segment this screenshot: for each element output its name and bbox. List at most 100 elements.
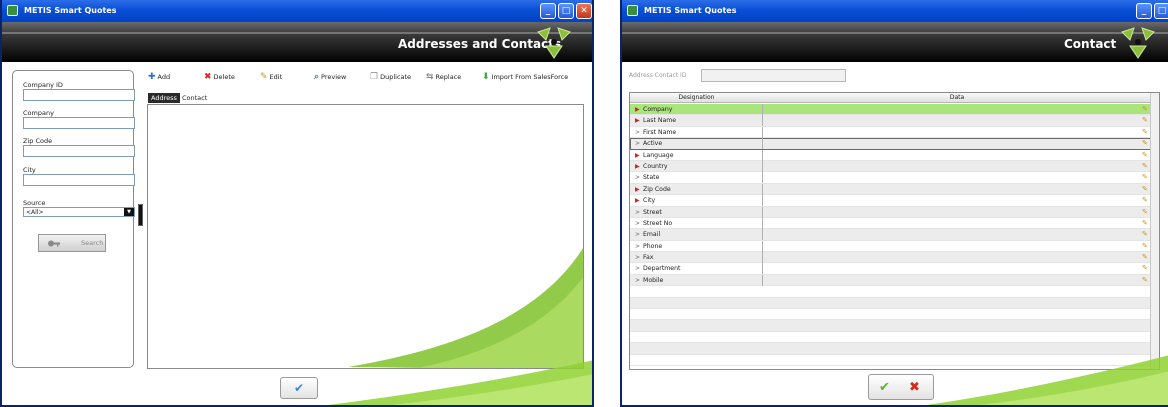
empty-grid-row (630, 286, 1151, 298)
pencil-icon[interactable]: ✎ (1142, 276, 1150, 285)
source-select-value: <All> (26, 209, 44, 216)
cancel-x-icon[interactable]: ✖ (909, 380, 920, 395)
grid-row[interactable]: > Fax ✎ (630, 252, 1151, 264)
close-button[interactable]: ✕ (576, 3, 592, 19)
metis-logo-icon (537, 27, 571, 59)
app-icon (7, 5, 18, 16)
designation-cell: > Mobile (630, 274, 763, 286)
grid-row[interactable]: ▶ Last Name ✎ (630, 115, 1151, 127)
company-input[interactable] (23, 117, 135, 129)
designation-label: Email (643, 231, 661, 239)
checkmark-icon[interactable]: ✔ (879, 380, 890, 395)
designation-cell: > Street No (630, 217, 763, 229)
pencil-icon[interactable]: ✎ (1142, 219, 1150, 228)
grid-row[interactable]: > First Name ✎ (630, 126, 1151, 139)
pencil-icon[interactable]: ✎ (1142, 162, 1150, 171)
zip-code-input[interactable] (23, 145, 135, 157)
grid-row[interactable]: ▶ Zip Code ✎ (630, 183, 1151, 196)
replace-button[interactable]: ⇆ Replace (426, 72, 461, 82)
grid-row[interactable]: > Street ✎ (630, 206, 1151, 218)
designation-label: State (643, 174, 660, 182)
preview-button[interactable]: ⌕ Preview (314, 72, 346, 82)
city-input[interactable] (23, 174, 135, 186)
grid-row[interactable]: > Active ✎ (630, 138, 1151, 150)
zip-code-label: Zip Code (23, 137, 53, 145)
maximize-button[interactable]: □ (1154, 3, 1168, 19)
title-bar[interactable]: METIS Smart Quotes _ □ (622, 0, 1168, 22)
title-bar[interactable]: METIS Smart Quotes _ □ ✕ (2, 0, 592, 22)
designation-label: City (643, 197, 656, 205)
required-arrow-icon: ▶ (635, 117, 640, 125)
grid-header: Designation Data (630, 93, 1151, 103)
expand-arrow-icon: > (635, 231, 641, 239)
contact-data-grid: Designation Data ▶ Company ✎ ▶ Last Name ✎ > Fi… (629, 92, 1160, 370)
tab-address[interactable]: Address (148, 93, 180, 103)
grid-row[interactable]: > Department ✎ (630, 263, 1151, 275)
grid-row[interactable]: ▶ Country ✎ (630, 160, 1151, 173)
company-id-input[interactable] (23, 89, 135, 101)
search-button[interactable]: Search (38, 234, 106, 252)
pencil-icon[interactable]: ✎ (1142, 208, 1150, 217)
search-panel: Company ID Company Zip Code City Source … (12, 70, 135, 368)
pencil-icon[interactable]: ✎ (1142, 105, 1150, 114)
search-button-label: Search (81, 239, 104, 247)
designation-label: Last Name (643, 117, 677, 125)
designation-cell: ▶ Company (630, 104, 763, 115)
delete-button[interactable]: ✖ Delete (204, 72, 235, 82)
column-header-data[interactable]: Data (763, 94, 1151, 101)
grid-row[interactable]: > State ✎ (630, 172, 1151, 184)
empty-grid-row (630, 320, 1151, 332)
address-list-area[interactable] (147, 104, 584, 369)
empty-grid-row (630, 332, 1151, 344)
designation-cell: > Street (630, 206, 763, 218)
panel-splitter-handle[interactable] (138, 204, 143, 226)
empty-grid-row (630, 343, 1151, 355)
address-contact-id-label: Address Contact ID (629, 72, 687, 79)
tab-contact[interactable]: Contact (179, 93, 210, 103)
pencil-icon[interactable]: ✎ (1142, 253, 1150, 262)
chevron-down-icon[interactable]: ▼ (124, 208, 134, 216)
designation-label: Zip Code (643, 185, 671, 193)
pencil-icon[interactable]: ✎ (1142, 196, 1150, 205)
grid-row[interactable]: ▶ City ✎ (630, 195, 1151, 207)
pencil-icon[interactable]: ✎ (1142, 139, 1150, 148)
contact-window: METIS Smart Quotes _ □ Contact Address C… (620, 0, 1168, 407)
ok-button[interactable]: ✔ (280, 377, 318, 399)
pencil-icon[interactable]: ✎ (1142, 151, 1150, 160)
import-label: Import From SalesForce (491, 73, 569, 81)
add-plus-icon: ✚ (148, 72, 156, 82)
designation-cell: > Active (630, 138, 763, 150)
designation-cell: ▶ Last Name (630, 115, 763, 127)
pencil-icon[interactable]: ✎ (1142, 264, 1150, 273)
grid-row[interactable]: > Email ✎ (630, 229, 1151, 241)
expand-arrow-icon: > (635, 128, 641, 136)
grid-row[interactable]: ▶ Company ✎ (630, 104, 1151, 116)
designation-cell: > State (630, 172, 763, 184)
pencil-icon[interactable]: ✎ (1142, 242, 1150, 251)
pencil-icon[interactable]: ✎ (1142, 128, 1150, 137)
duplicate-button[interactable]: ❐ Duplicate (370, 72, 411, 82)
minimize-button[interactable]: _ (540, 3, 556, 19)
designation-label: Fax (643, 254, 654, 262)
import-salesforce-button[interactable]: ⬇ Import From SalesForce (482, 72, 568, 82)
vertical-scrollbar[interactable] (1150, 93, 1159, 369)
minimize-button[interactable]: _ (1136, 3, 1152, 19)
pencil-icon[interactable]: ✎ (1142, 173, 1150, 182)
delete-label: Delete (213, 73, 235, 81)
grid-row[interactable]: ▶ Language ✎ (630, 149, 1151, 161)
pencil-icon[interactable]: ✎ (1142, 185, 1150, 194)
add-button[interactable]: ✚ Add (148, 72, 170, 82)
pencil-icon[interactable]: ✎ (1142, 116, 1150, 125)
source-select[interactable]: <All> ▼ (23, 207, 135, 217)
grid-row[interactable]: > Mobile ✎ (630, 274, 1151, 287)
designation-label: Country (643, 162, 668, 170)
replace-arrows-icon: ⇆ (426, 72, 434, 82)
grid-row[interactable]: > Street No ✎ (630, 217, 1151, 230)
city-label: City (23, 166, 36, 174)
column-header-designation[interactable]: Designation (630, 94, 763, 101)
pencil-icon[interactable]: ✎ (1142, 230, 1150, 239)
edit-button[interactable]: ✎ Edit (260, 72, 282, 82)
designation-label: Street (643, 208, 662, 216)
grid-row[interactable]: > Phone ✎ (630, 240, 1151, 253)
maximize-button[interactable]: □ (558, 3, 574, 19)
